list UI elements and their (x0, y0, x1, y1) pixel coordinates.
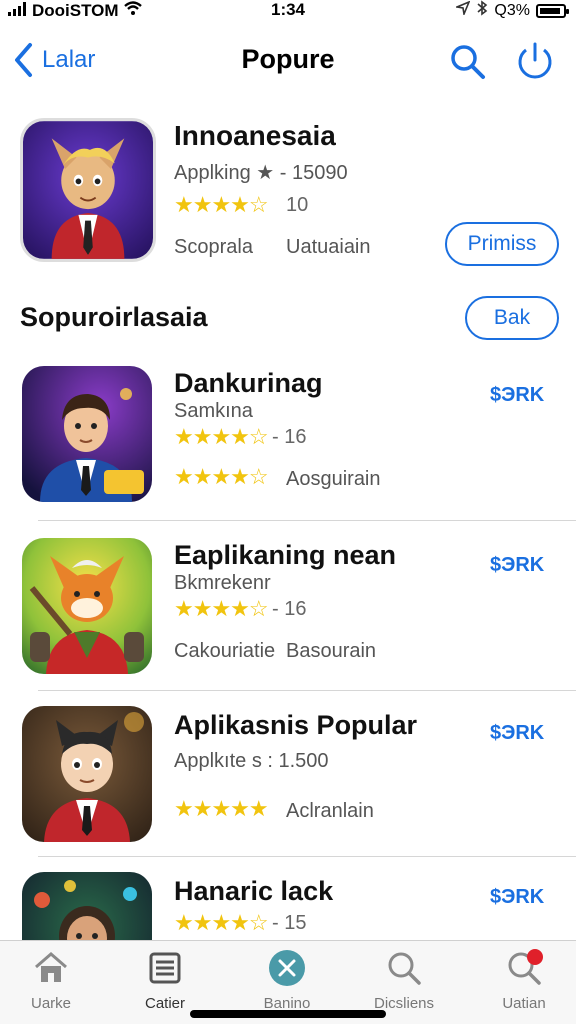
divider (38, 520, 576, 521)
app-subtitle: Bkmrekenr (174, 572, 271, 594)
app-icon (22, 366, 152, 502)
search-icon (451, 45, 485, 79)
rating-stars: ★★★★★ (174, 796, 269, 821)
app-meta: Aclranlain (286, 800, 374, 822)
app-meta: Aosguirain (286, 468, 381, 490)
power-icon (518, 42, 552, 79)
rating-stars: ★★★★☆ (174, 596, 269, 621)
divider (38, 690, 576, 691)
tools-icon (269, 950, 305, 986)
bluetooth-icon (476, 0, 488, 21)
search-button[interactable] (448, 42, 488, 82)
app-icon (22, 706, 152, 842)
price-button[interactable]: $ЭRK (490, 554, 544, 577)
status-right: Q3% (454, 0, 569, 21)
list-item[interactable]: Hanaric lack ★★★★☆ - 15 $ЭRK (0, 872, 576, 940)
tab-search[interactable]: Dicsliens (356, 949, 452, 1012)
back-label: Lalar (42, 46, 96, 73)
featured-app-title[interactable]: Innoanesaia (174, 120, 336, 152)
location-icon (454, 0, 471, 20)
fox-character-icon (23, 121, 153, 259)
battery-icon (536, 3, 569, 18)
app-title: Aplikasnis Popular (174, 710, 418, 740)
share-button[interactable] (515, 40, 555, 80)
app-icon (22, 538, 152, 674)
girl-character-icon (22, 872, 152, 940)
section-see-all-button[interactable]: Bak (465, 296, 559, 340)
price-button[interactable]: $ЭRK (490, 722, 544, 745)
app-title: Eaplikaning nean (174, 540, 397, 570)
status-bar: DooiSTOM 1:34 Q3% (0, 0, 576, 22)
rating-count: - 15 (272, 912, 307, 934)
featured-get-button[interactable]: Primiss (445, 222, 559, 266)
price-button[interactable]: $ЭRK (490, 384, 544, 407)
tab-tools[interactable]: Banino (239, 949, 335, 1012)
app-title: Hanaric lack (174, 876, 334, 906)
home-indicator[interactable] (190, 1010, 386, 1018)
app-icon (22, 872, 152, 940)
chevron-left-icon (15, 43, 32, 77)
featured-meta-developer: Uatuaiain (286, 236, 371, 258)
list-item[interactable]: Eaplikaning nean Bkmrekenr ★★★★☆ - 16 Ca… (0, 536, 576, 690)
app-category: Cakouriatie (174, 640, 276, 662)
price-button[interactable]: $ЭRK (490, 886, 544, 909)
featured-meta-category: Scoprala (174, 236, 253, 258)
tab-label: Uarke (30, 995, 71, 1012)
tab-home[interactable]: Uarke (3, 949, 99, 1012)
featured-rating-count: 10 (286, 194, 309, 216)
tab-updates[interactable]: Uatian (476, 949, 572, 1012)
rating-stars-secondary: ★★★★☆ (174, 464, 269, 489)
search-badge-icon (508, 949, 543, 985)
featured-rating-stars: ★★★★☆ (174, 192, 269, 217)
fox-warrior-icon (22, 538, 152, 674)
featured-app-subtitle: Applking ★ - 15090 (174, 162, 348, 184)
app-title: Dankurinag (174, 368, 323, 398)
battery-percent: Q3% (494, 1, 530, 19)
rating-count: - 16 (272, 426, 307, 448)
featured-app-icon[interactable] (20, 118, 156, 262)
search-icon (388, 952, 421, 985)
cat-businessman-icon (22, 706, 152, 842)
divider (38, 856, 576, 857)
back-button[interactable]: Lalar (12, 42, 95, 78)
tab-label: Uatian (502, 995, 546, 1012)
rating-stars: ★★★★☆ (174, 910, 269, 935)
navigation-bar: Lalar Popure (0, 30, 576, 90)
businessman-character-icon (22, 366, 152, 502)
app-subtitle: Samkına (174, 400, 253, 422)
home-icon (35, 952, 67, 982)
app-subtitle: Applkıte s : 1.500 (174, 750, 329, 772)
tab-categories[interactable]: Catier (117, 949, 213, 1012)
app-meta: Basourain (286, 640, 377, 662)
rating-count: - 16 (272, 598, 307, 620)
list-item[interactable]: Aplikasnis Popular Applkıte s : 1.500 ★★… (0, 706, 576, 856)
list-icon (149, 952, 181, 984)
section-title: Sopuroirlasaia (20, 302, 208, 332)
rating-stars: ★★★★☆ (174, 424, 269, 449)
list-item[interactable]: Dankurinag Samkına ★★★★☆ - 16 ★★★★☆ Aosg… (0, 364, 576, 520)
